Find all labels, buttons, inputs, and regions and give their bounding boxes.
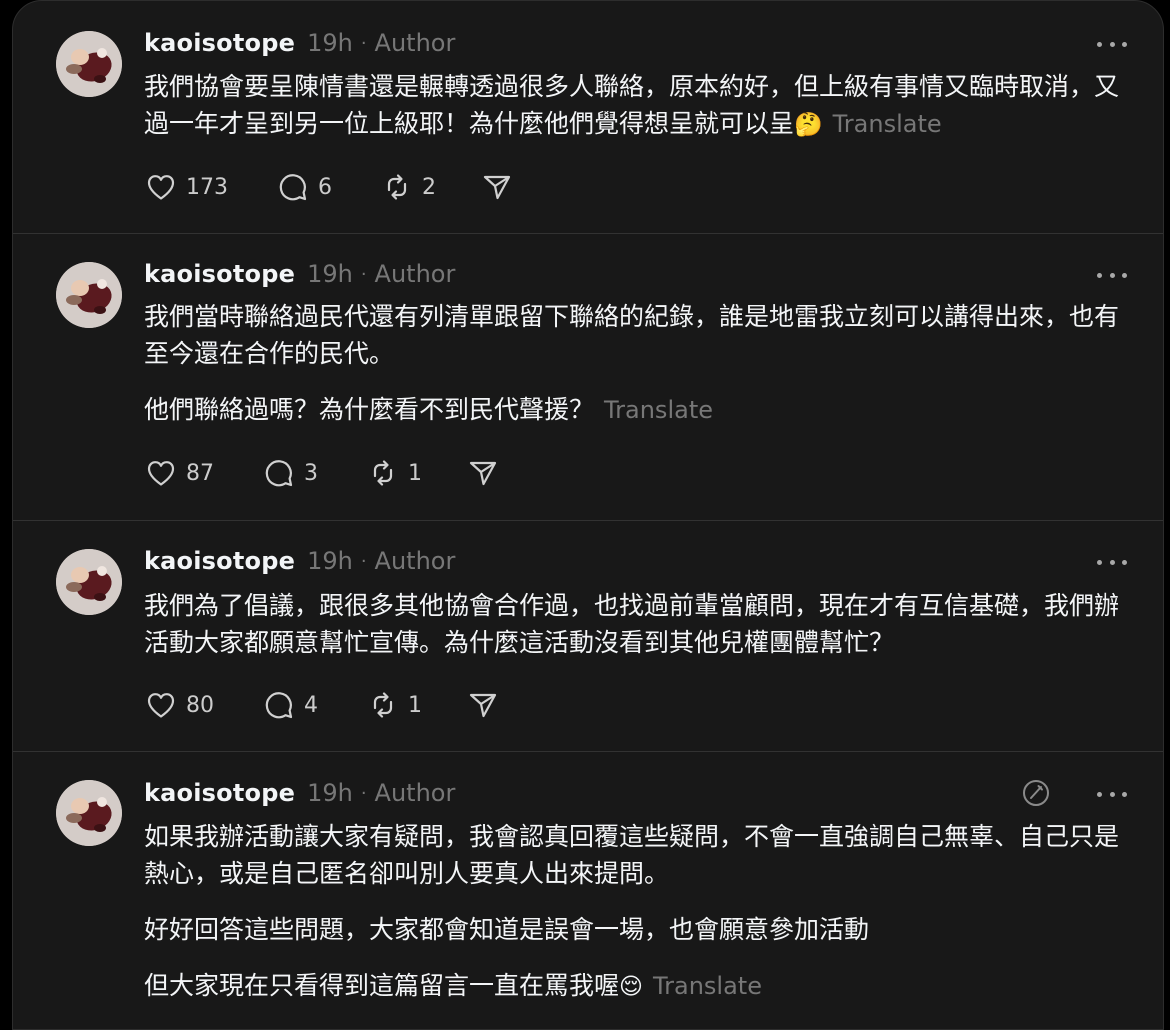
post-paragraph: 我們當時聯絡過民代還有列清單跟留下聯絡的紀錄，誰是地雷我立刻可以講得出來，也有至… [144, 302, 1120, 368]
username[interactable]: kaoisotope [144, 260, 295, 288]
separator: · [360, 263, 367, 285]
timestamp[interactable]: 19h [307, 260, 353, 288]
post-paragraph: 我們協會要呈陳情書還是輾轉透過很多人聯絡，原本約好，但上級有事情又臨時取消，又過… [144, 72, 1120, 138]
reply-thread: kaoisotope 19h · Author 我們協會要呈陳情書還是輾轉透過很… [12, 0, 1164, 1030]
post-body: 我們當時聯絡過民代還有列清單跟留下聯絡的紀錄，誰是地雷我立刻可以講得出來，也有至… [144, 298, 1134, 429]
thread-post: kaoisotope 19h · Author 如果我辦活動讓大家有疑問，我會認… [13, 752, 1163, 1029]
like-button[interactable]: 173 [144, 170, 228, 204]
action-bar: 80 4 1 [144, 687, 500, 723]
repost-count: 1 [408, 692, 422, 718]
avatar[interactable] [56, 262, 122, 328]
like-count: 87 [186, 460, 214, 486]
post-body: 如果我辦活動讓大家有疑問，我會認真回覆這些疑問，不會一直強調自己無辜、自己只是熱… [144, 818, 1134, 1006]
post-header: kaoisotope 19h · Author [144, 544, 455, 578]
more-icon[interactable] [1097, 552, 1127, 572]
post-paragraph: 我們為了倡議，跟很多其他協會合作過，也找過前輩當顧問，現在才有互信基礎，我們辦活… [144, 591, 1120, 657]
author-tag: Author [374, 779, 456, 807]
action-bar: 173 6 2 [144, 169, 514, 205]
post-paragraph: 如果我辦活動讓大家有疑問，我會認真回覆這些疑問，不會一直強調自己無辜、自己只是熱… [144, 822, 1120, 888]
post-header: kaoisotope 19h · Author [144, 257, 455, 291]
comment-icon [265, 460, 293, 487]
repost-button[interactable]: 1 [366, 456, 422, 490]
separator: · [360, 550, 367, 572]
reply-button[interactable]: 6 [276, 170, 332, 204]
reply-count: 4 [304, 692, 318, 718]
translate-link[interactable]: Translate [604, 396, 713, 424]
like-count: 173 [186, 174, 228, 200]
post-paragraph: 他們聯絡過嗎？為什麼看不到民代聲援？ Translate [144, 395, 713, 424]
send-icon [469, 693, 497, 718]
share-button[interactable] [480, 170, 514, 204]
reply-count: 6 [318, 174, 332, 200]
avatar[interactable] [56, 549, 122, 615]
send-icon [483, 175, 511, 200]
thinking-emoji: 🤔 [794, 112, 823, 138]
repost-icon [373, 692, 393, 718]
reply-count: 3 [304, 460, 318, 486]
thread-post: kaoisotope 19h · Author 我們協會要呈陳情書還是輾轉透過很… [13, 1, 1163, 234]
post-paragraph: 好好回答這些問題，大家都會知道是誤會一場，也會願意參加活動 [144, 915, 870, 944]
reply-button[interactable]: 3 [262, 456, 318, 490]
post-header: kaoisotope 19h · Author [144, 776, 455, 810]
heart-icon [147, 693, 175, 718]
relieved-emoji: 😌 [619, 974, 643, 1000]
heart-icon [147, 175, 175, 200]
more-icon[interactable] [1097, 784, 1127, 804]
like-button[interactable]: 87 [144, 456, 214, 490]
thread-post: kaoisotope 19h · Author 我們當時聯絡過民代還有列清單跟留… [13, 234, 1163, 521]
like-count: 80 [186, 692, 214, 718]
translate-link[interactable]: Translate [833, 110, 942, 138]
post-body: 我們為了倡議，跟很多其他協會合作過，也找過前輩當顧問，現在才有互信基礎，我們辦活… [144, 587, 1134, 661]
repost-icon [387, 174, 407, 200]
author-tag: Author [374, 29, 456, 57]
action-bar: 87 3 1 [144, 455, 500, 491]
edit-icon[interactable] [1021, 778, 1051, 808]
heart-icon [147, 461, 175, 486]
repost-count: 2 [422, 174, 436, 200]
share-button[interactable] [466, 456, 500, 490]
more-icon[interactable] [1097, 34, 1127, 54]
repost-button[interactable]: 2 [380, 170, 436, 204]
username[interactable]: kaoisotope [144, 547, 295, 575]
timestamp[interactable]: 19h [307, 779, 353, 807]
thread-post: kaoisotope 19h · Author 我們為了倡議，跟很多其他協會合作… [13, 521, 1163, 752]
username[interactable]: kaoisotope [144, 779, 295, 807]
separator: · [360, 782, 367, 804]
share-button[interactable] [466, 688, 500, 722]
timestamp[interactable]: 19h [307, 547, 353, 575]
avatar[interactable] [56, 780, 122, 846]
avatar[interactable] [56, 31, 122, 97]
repost-icon [373, 460, 393, 486]
timestamp[interactable]: 19h [307, 29, 353, 57]
reply-button[interactable]: 4 [262, 688, 318, 722]
post-paragraph: 但大家現在只看得到這篇留言一直在罵我喔😌 Translate [144, 971, 762, 1000]
like-button[interactable]: 80 [144, 688, 214, 722]
author-tag: Author [374, 260, 456, 288]
translate-link[interactable]: Translate [653, 972, 762, 1000]
post-header: kaoisotope 19h · Author [144, 26, 455, 60]
comment-icon [279, 174, 307, 201]
repost-button[interactable]: 1 [366, 688, 422, 722]
username[interactable]: kaoisotope [144, 29, 295, 57]
separator: · [360, 32, 367, 54]
send-icon [469, 461, 497, 486]
post-body: 我們協會要呈陳情書還是輾轉透過很多人聯絡，原本約好，但上級有事情又臨時取消，又過… [144, 68, 1134, 144]
author-tag: Author [374, 547, 456, 575]
repost-count: 1 [408, 460, 422, 486]
more-icon[interactable] [1097, 265, 1127, 285]
comment-icon [265, 692, 293, 719]
